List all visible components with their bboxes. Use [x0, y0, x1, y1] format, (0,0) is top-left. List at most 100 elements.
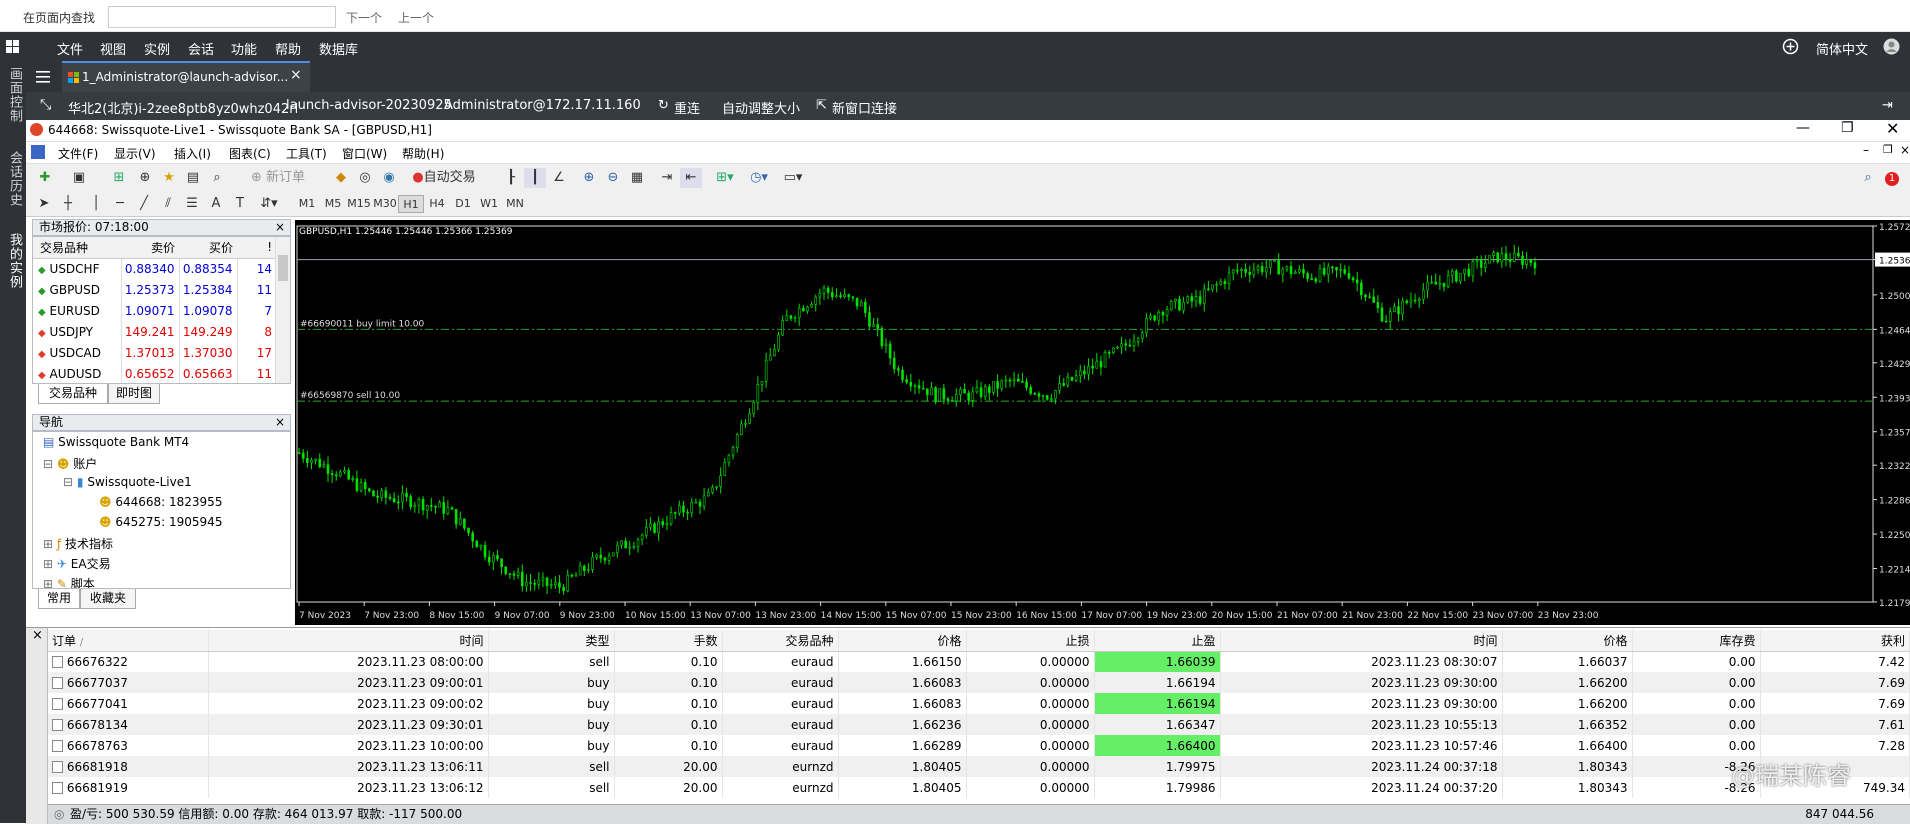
mt4-menu-insert[interactable]: 插入(I) — [174, 145, 211, 162]
reconnect-button[interactable]: 重连 — [674, 98, 700, 117]
external-link-icon[interactable]: ⇱ — [816, 98, 827, 113]
col-type[interactable]: 类型 — [488, 630, 615, 652]
mw-row[interactable]: ◆ USDJPY 149.241 149.249 8 — [33, 321, 276, 342]
mw-tab-tick-chart[interactable]: 即时图 — [108, 384, 160, 404]
mdi-restore-icon[interactable]: ❐ — [1883, 143, 1893, 156]
indicators-icon[interactable]: ⊞▾ — [710, 168, 740, 188]
market-icon[interactable]: ◉ — [378, 168, 400, 188]
data-window-icon[interactable]: ⊕ — [134, 168, 156, 188]
host-menu-help[interactable]: 帮助 — [275, 39, 301, 58]
find-next-button[interactable]: 下一个 — [346, 9, 382, 26]
arrows-icon[interactable]: ⇵▾ — [254, 194, 284, 214]
mdi-close-icon[interactable]: × — [1900, 143, 1910, 157]
col-tp[interactable]: 止盈 — [1094, 630, 1221, 652]
col-sl[interactable]: 止损 — [966, 630, 1095, 652]
mdi-minimize-icon[interactable]: – — [1863, 143, 1869, 157]
strip-session-history[interactable]: 会话历史 — [5, 151, 24, 207]
tf-w1[interactable]: W1 — [476, 195, 502, 213]
nav-server[interactable]: ⊟ ▮ Swissquote-Live1 — [63, 475, 192, 489]
tf-m1[interactable]: M1 — [294, 195, 320, 213]
mt4-menu-charts[interactable]: 图表(C) — [229, 145, 271, 162]
minimize-icon[interactable]: — — [1796, 120, 1810, 136]
market-watch-scrollbar[interactable] — [275, 237, 290, 383]
nav-root[interactable]: ▤ Swissquote Bank MT4 — [43, 435, 189, 449]
col-profit[interactable]: 获利 — [1760, 630, 1910, 652]
col-open-time[interactable]: 时间 — [208, 630, 489, 652]
new-chart-icon[interactable]: ✚ — [34, 168, 56, 188]
periods-icon[interactable]: ◷▾ — [744, 168, 774, 188]
tf-h4[interactable]: H4 — [424, 195, 450, 213]
mw-row[interactable]: ◆ USDCHF 0.88340 0.88354 14 — [33, 258, 276, 279]
signals-icon[interactable]: ◎ — [354, 168, 376, 188]
find-input[interactable] — [108, 6, 336, 28]
notification-icon[interactable]: 1 — [1882, 168, 1902, 188]
tf-m15[interactable]: M15 — [346, 195, 372, 213]
zoom-in-icon[interactable]: ⊕ — [578, 168, 600, 188]
history-row[interactable]: 66681918 2023.11.23 13:06:11 sell 20.00 eurn… — [48, 756, 1910, 777]
history-row[interactable]: 66676322 2023.11.23 08:00:00 sell 0.10 eurau… — [48, 651, 1910, 672]
tab-close-icon[interactable]: × — [290, 67, 302, 83]
new-window-button[interactable]: 新窗口连接 — [832, 98, 897, 117]
mw-col-ask[interactable]: 买价 — [179, 237, 237, 259]
nav-accounts[interactable]: ⊟ ☻ 账户 — [43, 455, 97, 472]
line-chart-icon[interactable]: ∠ — [548, 168, 570, 188]
host-menu-file[interactable]: 文件 — [57, 39, 83, 58]
text-icon[interactable]: A — [206, 194, 226, 214]
mw-tab-symbols[interactable]: 交易品种 — [38, 384, 108, 404]
nav-expert-advisors[interactable]: ⊞ ✈ EA交易 — [43, 555, 111, 572]
chart-shift-icon[interactable]: ⇥ — [656, 168, 678, 188]
market-watch-close-icon[interactable]: × — [275, 220, 285, 235]
tf-d1[interactable]: D1 — [450, 195, 476, 213]
tile-windows-icon[interactable]: ▦ — [626, 168, 648, 188]
terminal-icon[interactable]: ▤ — [182, 168, 204, 188]
mw-col-bid[interactable]: 卖价 — [121, 237, 179, 259]
host-menu-function[interactable]: 功能 — [231, 39, 257, 58]
mw-col-spread[interactable]: ! — [237, 237, 276, 259]
tab-session[interactable]: 1_Administrator@launch-advisor... × — [62, 61, 310, 92]
history-row[interactable]: 66678134 2023.11.23 09:30:01 buy 0.10 euraud… — [48, 714, 1910, 735]
price-chart[interactable]: 1.25720 1.25369 1.25000 1.24640 1.24290 1.239… — [295, 220, 1910, 625]
tf-mn[interactable]: MN — [502, 195, 528, 213]
auto-trading-button[interactable]: ●自动交易 — [402, 168, 486, 188]
col-lots[interactable]: 手数 — [614, 630, 723, 652]
new-order-button[interactable]: ⊕ 新订单 — [238, 168, 318, 188]
navigator-close-icon[interactable]: × — [275, 415, 285, 430]
mt4-menu-view[interactable]: 显示(V) — [114, 145, 156, 162]
nav-scripts[interactable]: ⊞ ✎ 脚本 — [43, 575, 95, 588]
trendline-icon[interactable]: ╱ — [134, 194, 154, 214]
user-avatar-icon[interactable] — [1883, 38, 1900, 55]
add-circle-icon[interactable] — [1782, 38, 1799, 55]
nav-indicators[interactable]: ⊞ ƒ 技术指标 — [43, 535, 113, 552]
col-price[interactable]: 价格 — [838, 630, 967, 652]
terminal-close-icon[interactable]: × — [32, 628, 43, 643]
horizontal-line-icon[interactable]: ─ — [110, 194, 130, 214]
mw-row[interactable]: ◆ GBPUSD 1.25373 1.25384 11 — [33, 279, 276, 300]
cursor-icon[interactable]: ➤ — [34, 194, 54, 214]
fibonacci-icon[interactable]: ☰ — [182, 194, 202, 214]
strip-my-instances[interactable]: 我的实例 — [5, 233, 24, 289]
tf-h1[interactable]: H1 — [398, 195, 424, 213]
candle-chart-icon[interactable]: ┃ — [524, 168, 546, 188]
tester-icon[interactable]: ⌕ — [206, 168, 228, 188]
reconnect-icon[interactable]: ↻ — [658, 98, 669, 113]
col-close-price[interactable]: 价格 — [1502, 630, 1633, 652]
history-row[interactable]: 66677041 2023.11.23 09:00:02 buy 0.10 euraud… — [48, 693, 1910, 714]
mw-row[interactable]: ◆ AUDUSD 0.65652 0.65663 11 — [33, 363, 276, 383]
windows-icon[interactable] — [6, 40, 20, 54]
zoom-out-icon[interactable]: ⊖ — [602, 168, 624, 188]
price-chart-svg[interactable]: 1.25720 1.25369 1.25000 1.24640 1.24290 1.239… — [295, 220, 1910, 625]
history-row[interactable]: 66681919 2023.11.23 13:06:12 sell 20.00 eurn… — [48, 777, 1910, 798]
history-row[interactable]: 66677037 2023.11.23 09:00:01 buy 0.10 euraud… — [48, 672, 1910, 693]
close-window-icon[interactable]: ✕ — [1886, 119, 1899, 138]
mt4-menu-window[interactable]: 窗口(W) — [342, 145, 387, 162]
crosshair-icon[interactable]: ┼ — [58, 194, 78, 214]
host-menu-instance[interactable]: 实例 — [144, 39, 170, 58]
text-label-icon[interactable]: T — [230, 194, 250, 214]
navigator-icon[interactable]: ★ — [158, 168, 180, 188]
bar-chart-icon[interactable]: ┠ — [500, 168, 522, 188]
equidistant-channel-icon[interactable]: ⫽ — [158, 194, 178, 214]
mt4-menu-tools[interactable]: 工具(T) — [286, 145, 327, 162]
mw-col-symbol[interactable]: 交易品种 — [33, 237, 121, 259]
menu-list-icon[interactable] — [36, 70, 50, 83]
collapse-icon[interactable]: ⤡ — [40, 97, 51, 113]
